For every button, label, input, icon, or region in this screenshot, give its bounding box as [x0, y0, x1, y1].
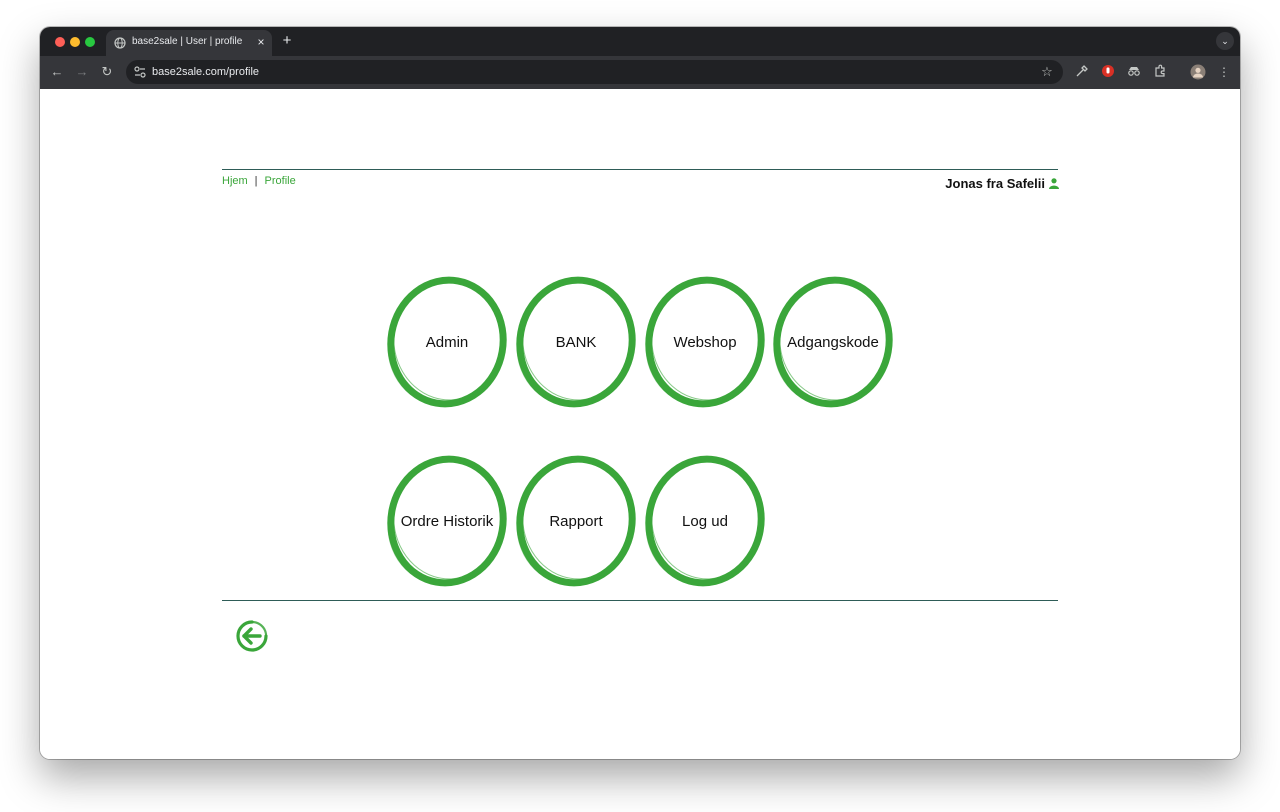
back-arrow-icon[interactable]: ← [49, 64, 65, 80]
admin-button[interactable]: Admin [385, 274, 509, 410]
ordre-historik-button[interactable]: Ordre Historik [385, 453, 509, 589]
ordre-historik-button-label: Ordre Historik [400, 512, 494, 530]
browser-tab[interactable]: base2sale | User | profile × [106, 30, 272, 56]
breadcrumb: Hjem | Profile [222, 175, 296, 187]
log-ud-button-label: Log ud [682, 512, 728, 530]
bank-button-label: BANK [555, 333, 597, 351]
tab-search-icon[interactable]: ⌄ [1216, 32, 1234, 50]
bookmark-star-icon[interactable]: ☆ [1039, 64, 1055, 80]
tab-strip: base2sale | User | profile × + ⌄ [40, 27, 1240, 56]
breadcrumb-home-link[interactable]: Hjem [222, 175, 248, 187]
extensions-puzzle-icon[interactable] [1152, 64, 1168, 80]
minimize-window-button[interactable] [70, 37, 80, 47]
profile-avatar-icon[interactable] [1190, 64, 1206, 80]
address-bar[interactable]: base2sale.com/profile ☆ [126, 60, 1063, 84]
incognito-icon[interactable] [1126, 64, 1142, 80]
url-text: base2sale.com/profile [152, 66, 260, 78]
rapport-button[interactable]: Rapport [514, 453, 638, 589]
user-name[interactable]: Jonas fra Safelii [945, 176, 1059, 191]
arrow-left-circle-icon [236, 620, 268, 652]
adgangskode-button-label: Adgangskode [787, 333, 879, 351]
tab-title: base2sale | User | profile [132, 36, 243, 47]
extension-red-icon[interactable] [1100, 64, 1116, 80]
reload-icon[interactable]: ↻ [99, 64, 115, 80]
admin-button-label: Admin [425, 333, 469, 351]
site-settings-icon[interactable] [133, 65, 147, 79]
maximize-window-button[interactable] [85, 37, 95, 47]
log-ud-button[interactable]: Log ud [643, 453, 767, 589]
bank-button[interactable]: BANK [514, 274, 638, 410]
page-content: Hjem | Profile Jonas fra Safelii Admin B… [40, 89, 1240, 759]
tab-close-icon[interactable]: × [254, 35, 268, 49]
bottom-divider [222, 600, 1058, 601]
breadcrumb-profile-link[interactable]: Profile [265, 175, 296, 187]
close-window-button[interactable] [55, 37, 65, 47]
rapport-button-label: Rapport [549, 512, 603, 530]
browser-toolbar: ← → ↻ base2sale.com/profile ☆ ⋮ [40, 56, 1240, 89]
webshop-button-label: Webshop [673, 333, 737, 351]
back-button[interactable] [233, 617, 271, 655]
eyedropper-icon[interactable] [1074, 64, 1090, 80]
browser-window: base2sale | User | profile × + ⌄ ← → ↻ b… [40, 27, 1240, 759]
breadcrumb-separator: | [254, 175, 258, 187]
adgangskode-button[interactable]: Adgangskode [771, 274, 895, 410]
user-icon [1049, 178, 1059, 189]
webshop-button[interactable]: Webshop [643, 274, 767, 410]
user-name-label: Jonas fra Safelii [945, 176, 1045, 191]
new-tab-button[interactable]: + [278, 32, 296, 50]
forward-arrow-icon[interactable]: → [74, 64, 90, 80]
more-menu-icon[interactable]: ⋮ [1216, 64, 1232, 80]
top-divider [222, 169, 1058, 170]
globe-icon [114, 37, 126, 49]
